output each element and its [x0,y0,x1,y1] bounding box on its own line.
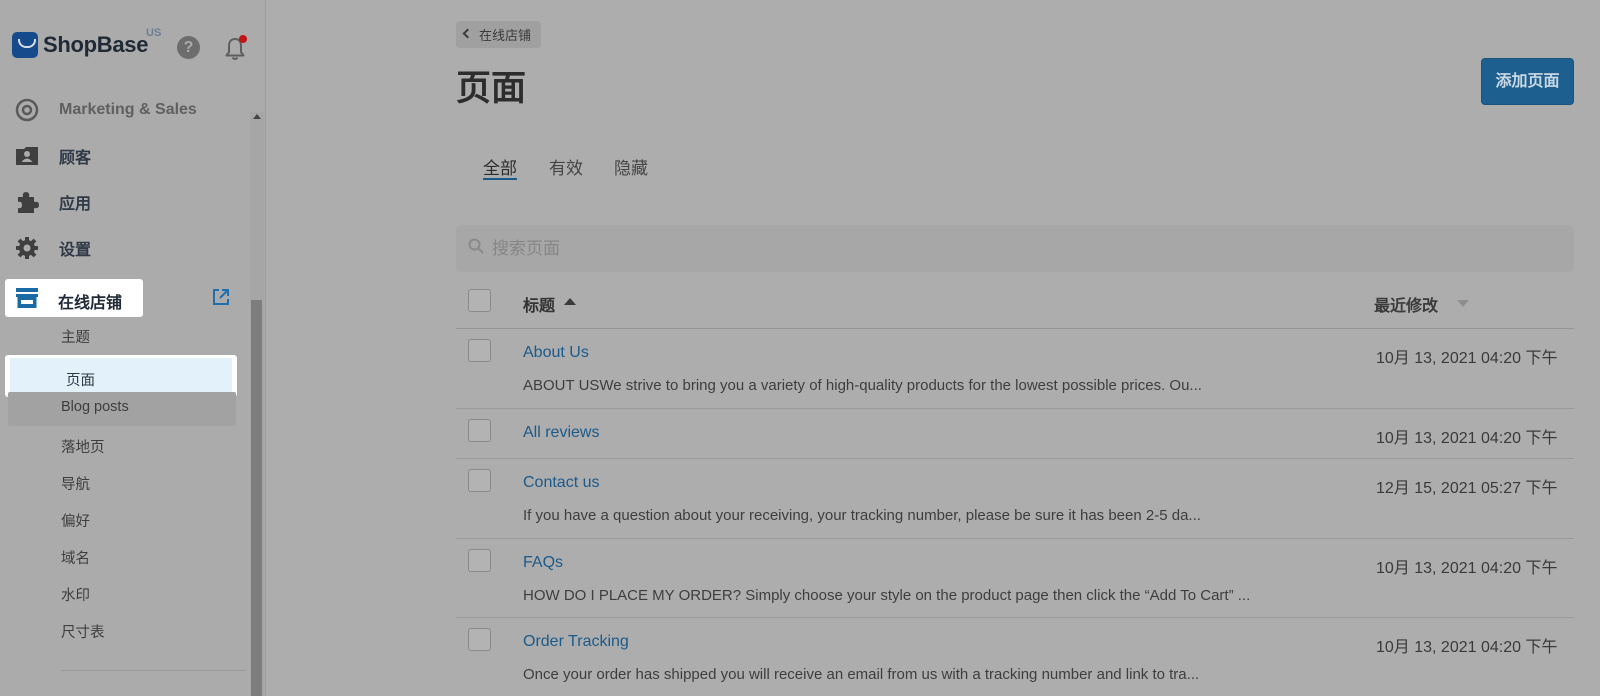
sidebar-item-apps[interactable]: 应用 [0,180,250,224]
chevron-left-icon [462,28,473,39]
sidebar-subitem-domains[interactable]: 域名 [61,547,90,568]
tab-hidden[interactable]: 隐藏 [614,154,648,179]
external-link-icon[interactable] [211,287,231,307]
shopbase-logo-icon [12,32,38,58]
storefront-icon [16,288,38,308]
search-input[interactable] [492,225,1552,272]
sidebar-subitem-blog-posts[interactable]: Blog posts [61,399,129,415]
sidebar-item-marketing[interactable]: Marketing & Sales [0,98,250,132]
customer-card-icon [16,147,38,165]
tab-active[interactable]: 有效 [549,154,583,179]
sidebar-item-customers[interactable]: 顾客 [0,134,250,178]
breadcrumb-label: 在线店铺 [479,28,532,43]
brand-region: US [146,27,162,39]
row-checkbox[interactable] [468,339,491,362]
table-row[interactable]: Order Tracking 10月 13, 2021 04:20 下午 Onc… [456,618,1574,696]
column-header-title[interactable]: 标题 [523,292,555,316]
sidebar-subitem-pages[interactable]: 页面 [5,355,237,397]
scroll-up-arrow-icon[interactable] [253,114,261,119]
sidebar-item-label: Marketing & Sales [59,101,197,118]
gear-icon [16,237,38,259]
target-icon [15,98,39,122]
search-icon [468,238,484,254]
sidebar-item-label: 应用 [59,196,92,213]
sidebar-subitem-watermark[interactable]: 水印 [61,584,90,605]
add-page-button[interactable]: 添加页面 [1481,58,1574,105]
row-checkbox[interactable] [468,549,491,572]
page-title-link[interactable]: Order Tracking [523,633,629,651]
page-title-link[interactable]: FAQs [523,554,563,572]
active-tab-indicator [483,178,517,180]
puzzle-piece-icon [18,192,39,213]
table-header: 标题 最近修改 [456,279,1574,329]
table-row[interactable]: All reviews 10月 13, 2021 04:20 下午 [456,409,1574,459]
sidebar-divider [61,670,246,671]
sidebar-scrollbar[interactable] [250,112,264,696]
active-item-highlight: 页面 [10,358,232,394]
tab-all[interactable]: 全部 [483,154,517,179]
breadcrumb-back-button[interactable]: 在线店铺 [456,21,542,48]
table-row[interactable]: FAQs 10月 13, 2021 04:20 下午 HOW DO I PLAC… [456,539,1574,618]
page-title-link[interactable]: About Us [523,344,589,362]
sidebar-subitem-themes[interactable]: 主题 [61,326,90,347]
page-title-link[interactable]: All reviews [523,424,599,442]
sidebar-item-online-store[interactable]: 在线店铺 [5,279,143,317]
sidebar-item-label: 在线店铺 [58,295,123,312]
sidebar-nav: Marketing & Sales 顾客 应用 设置 在线店铺 主题 页面 Bl… [0,98,250,696]
last-modified: 12月 15, 2021 05:27 下午 [1376,480,1558,497]
last-modified: 10月 13, 2021 04:20 下午 [1376,350,1558,367]
table-row[interactable]: Contact us 12月 15, 2021 05:27 下午 If you … [456,459,1574,539]
page-title-link[interactable]: Contact us [523,474,599,492]
notification-dot [239,35,247,43]
page-excerpt: Once your order has shipped you will rec… [523,666,1200,683]
sidebar-subitem-preferences[interactable]: 偏好 [61,510,90,531]
sidebar-subitem-size-chart[interactable]: 尺寸表 [61,621,105,642]
brand[interactable]: ShopBase [12,28,148,62]
row-checkbox[interactable] [468,628,491,651]
scrollbar-thumb[interactable] [251,300,262,696]
last-modified: 10月 13, 2021 04:20 下午 [1376,430,1558,447]
last-modified: 10月 13, 2021 04:20 下午 [1376,560,1558,577]
row-checkbox[interactable] [468,469,491,492]
sidebar-subitem-navigation[interactable]: 导航 [61,473,90,494]
sidebar-subitem-landing-pages[interactable]: 落地页 [61,436,105,457]
select-all-checkbox[interactable] [468,289,491,312]
page-title: 页面 [456,69,527,108]
page-excerpt: HOW DO I PLACE MY ORDER? Simply choose y… [523,587,1251,604]
page-excerpt: If you have a question about your receiv… [523,507,1201,524]
brand-name: ShopBase [43,32,149,57]
sort-descending-icon [1457,300,1469,307]
help-icon[interactable]: ? [177,36,200,59]
sidebar-item-label: 顾客 [59,150,92,167]
column-header-modified[interactable]: 最近修改 [1374,292,1438,316]
page-excerpt: ABOUT USWe strive to bring you a variety… [523,377,1202,394]
sidebar-subitem-label: 页面 [66,373,95,389]
table-row[interactable]: About Us 10月 13, 2021 04:20 下午 ABOUT USW… [456,329,1574,409]
row-checkbox[interactable] [468,419,491,442]
search-bar [456,225,1574,272]
last-modified: 10月 13, 2021 04:20 下午 [1376,639,1558,656]
sidebar: ShopBase US ? Marketing & Sales 顾客 应用 设置… [0,0,266,696]
sidebar-item-settings[interactable]: 设置 [0,226,250,270]
sort-ascending-icon [564,298,576,305]
sidebar-item-label: 设置 [59,242,92,259]
